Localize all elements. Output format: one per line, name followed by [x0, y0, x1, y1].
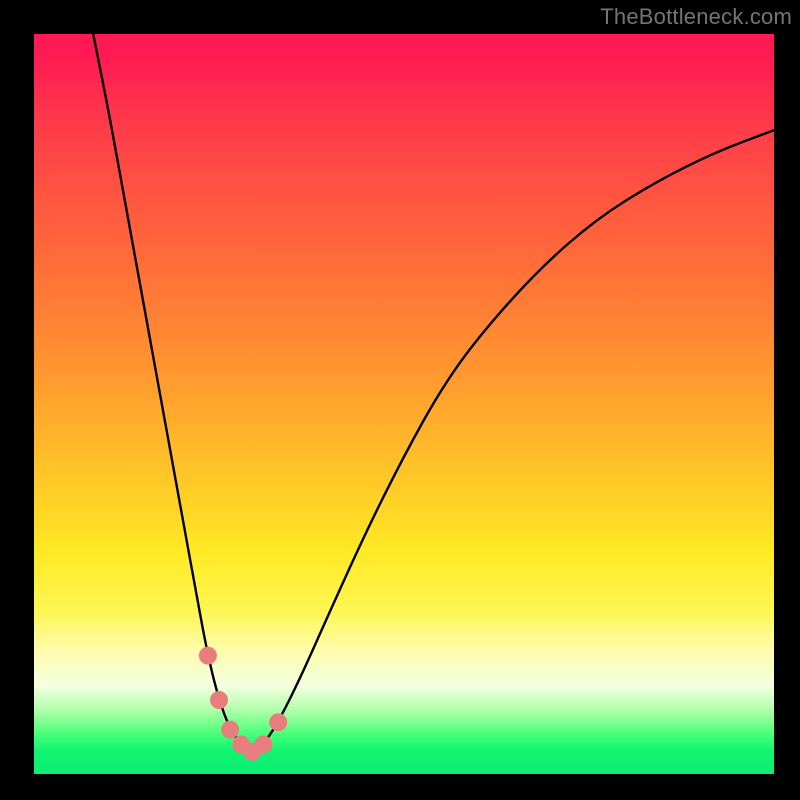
trough-marker: [221, 721, 239, 739]
trough-marker: [254, 735, 272, 753]
trough-marker: [199, 647, 217, 665]
bottleneck-curve: [93, 34, 774, 750]
trough-marker: [210, 691, 228, 709]
chart-stage: TheBottleneck.com: [0, 0, 800, 800]
curve-path: [93, 34, 774, 750]
plot-area: [34, 34, 774, 774]
trough-marker: [269, 713, 287, 731]
curve-layer: [34, 34, 774, 774]
trough-markers: [199, 647, 287, 761]
watermark-text: TheBottleneck.com: [600, 4, 792, 30]
